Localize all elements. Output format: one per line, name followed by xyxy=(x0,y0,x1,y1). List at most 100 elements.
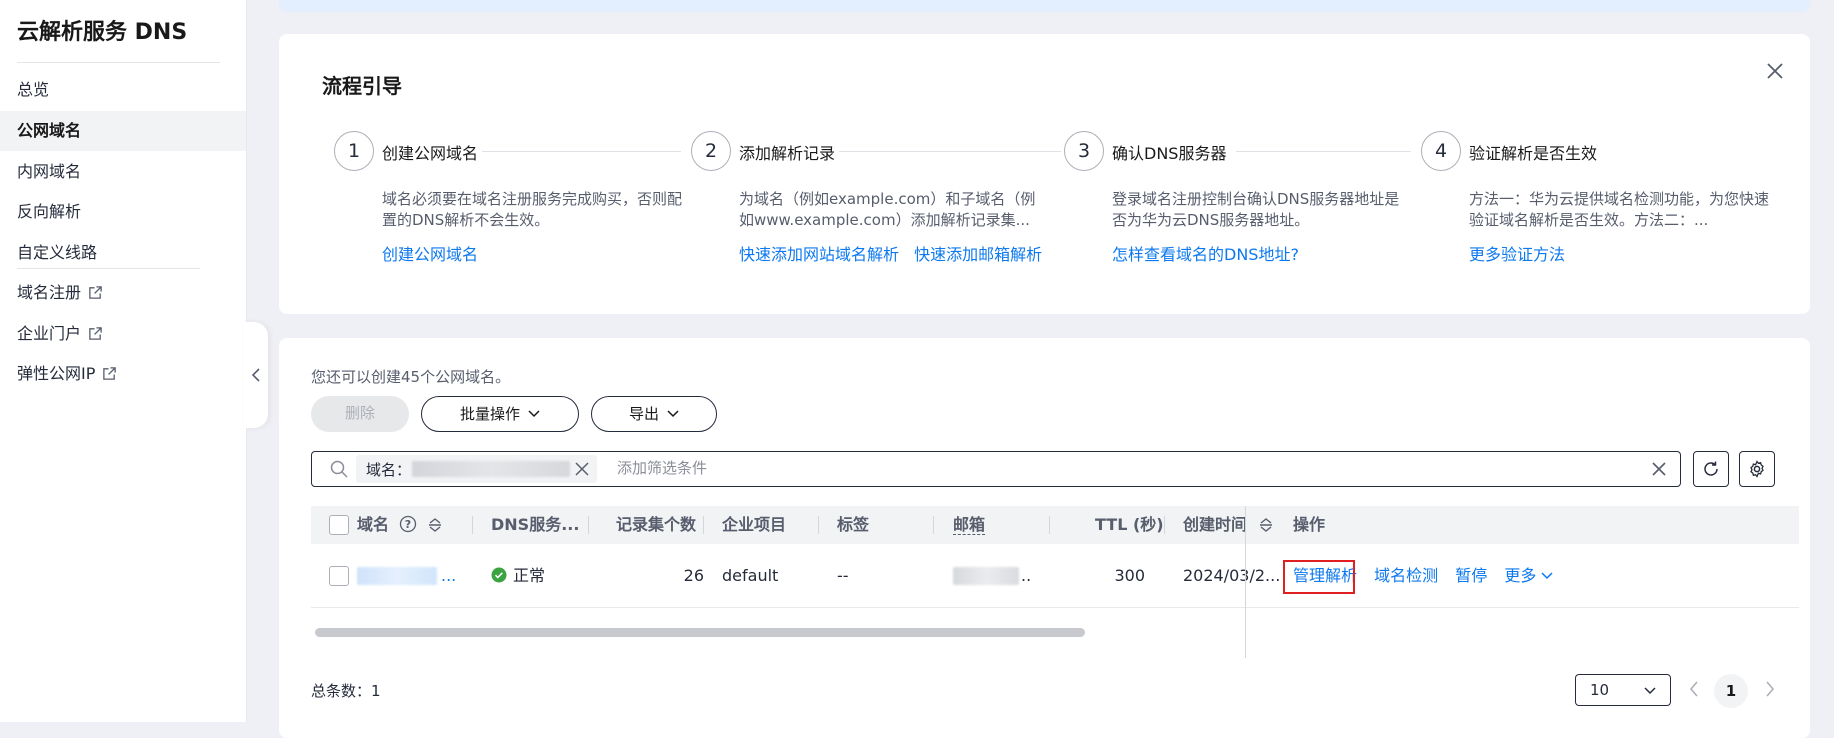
column-header-ttl: TTL (秒) xyxy=(1095,515,1164,534)
status-ok-icon xyxy=(491,567,507,583)
table-settings-button[interactable] xyxy=(1739,451,1775,487)
column-divider xyxy=(1049,516,1050,534)
step-connector xyxy=(1236,151,1411,152)
close-icon[interactable] xyxy=(1764,60,1786,82)
sidebar-item-overview[interactable]: 总览 xyxy=(0,70,246,110)
step-number: 2 xyxy=(691,131,731,171)
column-header-dns-server: DNS服务... xyxy=(491,515,580,534)
svg-text:?: ? xyxy=(404,518,410,531)
chevron-left-icon xyxy=(251,368,260,382)
export-label: 导出 xyxy=(628,405,659,423)
status-cell: 正常 xyxy=(491,545,545,607)
column-header-email[interactable]: 邮箱 xyxy=(953,506,986,535)
step-connector xyxy=(839,151,1061,152)
step-description: 为域名（例如example.com）和子域名（例如www.example.com… xyxy=(739,190,1036,229)
step-label: 创建公网域名 xyxy=(382,144,479,163)
sidebar-item-label: 企业门户 xyxy=(17,324,82,343)
column-divider xyxy=(472,516,473,534)
sidebar: 云解析服务 DNS 总览 公网域名 内网域名 反向解析 自定义线路 域名注册 企… xyxy=(0,0,247,722)
sidebar-item-label: 域名注册 xyxy=(17,283,82,302)
view-dns-address-link[interactable]: 怎样查看域名的DNS地址? xyxy=(1112,245,1299,264)
column-header-enterprise-project: 企业项目 xyxy=(722,515,787,534)
step-number: 1 xyxy=(334,131,374,171)
sidebar-item-reverse-resolution[interactable]: 反向解析 xyxy=(0,192,246,232)
batch-operations-label: 批量操作 xyxy=(459,405,520,423)
guide-title: 流程引导 xyxy=(322,74,402,98)
step-description: 域名必须要在域名注册服务完成购买，否则配置的DNS解析不会生效。 xyxy=(382,190,682,229)
step-label: 验证解析是否生效 xyxy=(1469,144,1598,163)
column-header-record-count: 记录集个数 xyxy=(616,515,697,534)
help-icon[interactable]: ? xyxy=(399,515,417,533)
column-divider xyxy=(588,516,589,534)
highlight-box xyxy=(1283,560,1355,594)
search-input[interactable] xyxy=(615,458,1119,478)
column-header-domain[interactable]: 域名 ? xyxy=(357,506,442,544)
filter-key: 域名： xyxy=(366,461,412,479)
total-label: 总条数： xyxy=(311,682,372,700)
more-actions-link[interactable]: 更多 xyxy=(1504,566,1553,585)
next-page-icon[interactable] xyxy=(1764,680,1776,698)
chevron-down-icon xyxy=(528,410,540,418)
ttl-cell: 300 xyxy=(1114,566,1145,585)
sidebar-item-private-zones[interactable]: 内网域名 xyxy=(0,152,246,192)
sidebar-item-domain-registration[interactable]: 域名注册 xyxy=(0,273,246,313)
previous-page-icon[interactable] xyxy=(1688,680,1700,698)
sidebar-item-elastic-ip[interactable]: 弹性公网IP xyxy=(0,354,246,394)
column-header-created-time[interactable]: 创建时间 xyxy=(1183,506,1273,544)
batch-operations-button[interactable]: 批量操作 xyxy=(421,396,579,432)
clear-search-icon[interactable] xyxy=(1652,462,1666,476)
delete-button[interactable]: 删除 xyxy=(311,396,409,432)
row-checkbox[interactable] xyxy=(329,566,349,586)
column-divider xyxy=(1164,516,1165,534)
step-number: 3 xyxy=(1064,131,1104,171)
horizontal-scrollbar[interactable] xyxy=(315,628,1085,637)
create-public-zone-link[interactable]: 创建公网域名 xyxy=(382,245,478,264)
tag-cell: -- xyxy=(837,566,849,585)
refresh-button[interactable] xyxy=(1693,451,1729,487)
select-all-checkbox[interactable] xyxy=(329,515,349,535)
email-ellipsis: .. xyxy=(1021,566,1032,585)
chevron-down-icon xyxy=(667,410,679,418)
more-verification-methods-link[interactable]: 更多验证方法 xyxy=(1469,245,1565,264)
column-divider xyxy=(818,516,819,534)
page-number-current[interactable]: 1 xyxy=(1714,674,1748,708)
sidebar-item-public-zones[interactable]: 公网域名 xyxy=(0,111,246,151)
email-redacted xyxy=(953,567,1019,585)
domain-ellipsis: ... xyxy=(441,566,457,585)
quick-add-website-resolution-link[interactable]: 快速添加网站域名解析 xyxy=(739,245,899,264)
gear-icon xyxy=(1750,460,1764,478)
step-description: 登录域名注册控制台确认DNS服务器地址是否为华为云DNS服务器地址。 xyxy=(1112,190,1400,229)
filter-tag-domain: 域名： xyxy=(356,455,597,483)
search-bar[interactable]: 域名： xyxy=(311,451,1681,487)
external-link-icon xyxy=(103,367,117,380)
domain-name-redacted[interactable] xyxy=(357,567,437,585)
more-label: 更多 xyxy=(1504,566,1537,585)
sidebar-divider xyxy=(17,62,220,63)
column-divider xyxy=(703,516,704,534)
pause-link[interactable]: 暂停 xyxy=(1455,566,1487,585)
remove-filter-icon[interactable] xyxy=(575,462,589,476)
sidebar-item-custom-lines[interactable]: 自定义线路 xyxy=(0,233,246,273)
column-header-tag: 标签 xyxy=(837,515,870,534)
chevron-down-icon xyxy=(1541,572,1553,580)
external-link-icon xyxy=(89,327,102,340)
status-text: 正常 xyxy=(513,566,546,585)
step-description: 方法一：华为云提供域名检测功能，为您快速验证域名解析是否生效。方法二：... xyxy=(1469,190,1769,229)
external-link-icon xyxy=(89,286,102,299)
step-number: 4 xyxy=(1421,131,1461,171)
sidebar-collapse-button[interactable] xyxy=(244,322,268,428)
step-label: 添加解析记录 xyxy=(739,144,836,163)
refresh-icon xyxy=(1704,461,1718,476)
export-button[interactable]: 导出 xyxy=(591,396,717,432)
sidebar-title: 云解析服务 DNS xyxy=(17,20,188,45)
search-icon xyxy=(330,460,348,478)
column-header-actions: 操作 xyxy=(1293,515,1326,534)
sidebar-item-enterprise-portal[interactable]: 企业门户 xyxy=(0,314,246,354)
actions-column-divider xyxy=(1245,506,1246,658)
quick-add-mail-resolution-link[interactable]: 快速添加邮箱解析 xyxy=(914,245,1042,264)
domain-check-link[interactable]: 域名检测 xyxy=(1374,566,1438,585)
sort-icon[interactable] xyxy=(428,517,442,533)
sort-icon[interactable] xyxy=(1259,517,1273,533)
step-label: 确认DNS服务器 xyxy=(1112,144,1227,163)
page-size-select[interactable]: 10 xyxy=(1575,674,1671,706)
